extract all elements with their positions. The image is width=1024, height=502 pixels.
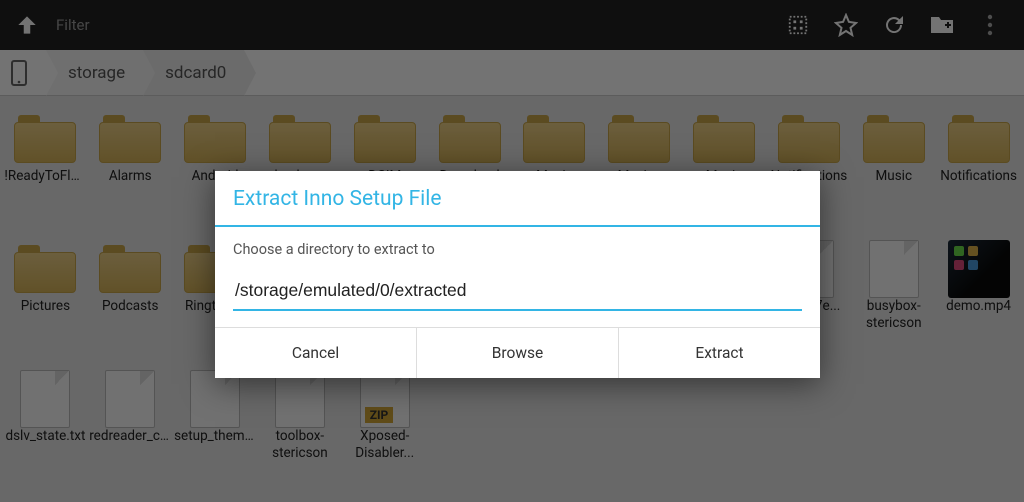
browse-button[interactable]: Browse	[417, 328, 619, 378]
dialog-button-bar: Cancel Browse Extract	[215, 327, 820, 378]
extract-dialog: Extract Inno Setup File Choose a directo…	[215, 171, 820, 378]
extract-path-input[interactable]	[233, 274, 802, 311]
dialog-subtitle: Choose a directory to extract to	[215, 227, 820, 264]
dialog-title: Extract Inno Setup File	[215, 171, 820, 225]
extract-button[interactable]: Extract	[619, 328, 820, 378]
cancel-button[interactable]: Cancel	[215, 328, 417, 378]
